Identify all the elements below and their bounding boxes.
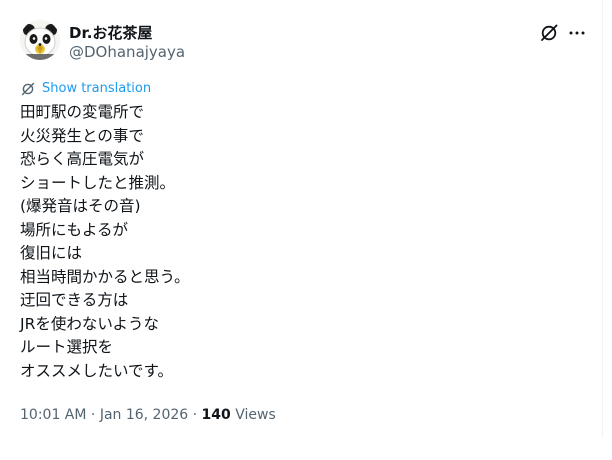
tweet-line: 火災発生との事で — [20, 126, 144, 145]
show-translation-label[interactable]: Show translation — [42, 81, 151, 97]
tweet-line: JRを使わないような — [20, 314, 160, 333]
tweet-meta: 10:01 AM · Jan 16, 2026 · 140 Views — [20, 406, 276, 424]
views-label: Views — [235, 407, 276, 423]
tweet-line: 田町駅の変電所で — [20, 103, 145, 121]
tweet-line: 相当時間かかると思う。 — [20, 267, 190, 286]
grok-slash-icon — [541, 24, 558, 41]
tweet-line: ルート選択を — [20, 338, 114, 356]
tweet-text: 田町駅の変電所で 火災発生との事で 恐らく高圧電気が ショートしたと推測。 (爆… — [20, 101, 190, 383]
tweet-line: 恐らく高圧電気が — [20, 150, 145, 168]
tweet-card: Dr.お花茶屋 @DOhanajyaya Show translation 田町… — [0, 0, 603, 438]
tweet-line: オススメしたいです。 — [20, 361, 173, 380]
tweet-line: 迂回できる方は — [20, 291, 129, 309]
tweet-line: 場所にもよるが — [20, 220, 129, 239]
tweet-line: 復旧には — [20, 244, 83, 262]
grok-slash-icon — [21, 82, 35, 96]
user-handle[interactable]: @DOhanajyaya — [69, 43, 185, 61]
tweet-line: ショートしたと推測。 — [20, 173, 176, 192]
meta-separator: · — [86, 407, 100, 423]
show-translation-button[interactable]: Show translation — [20, 80, 151, 98]
more-button[interactable] — [566, 22, 588, 44]
views-count: 140 — [201, 407, 231, 423]
tweet-time[interactable]: 10:01 AM — [20, 407, 86, 423]
grok-button[interactable] — [538, 22, 560, 44]
tweet-date[interactable]: Jan 16, 2026 — [100, 407, 188, 423]
display-name[interactable]: Dr.お花茶屋 — [69, 24, 152, 42]
more-dots-icon — [569, 31, 585, 35]
panda-avatar-icon[interactable] — [20, 20, 60, 60]
tweet-line: (爆発音はその音) — [20, 197, 141, 215]
meta-separator: · — [188, 407, 202, 423]
